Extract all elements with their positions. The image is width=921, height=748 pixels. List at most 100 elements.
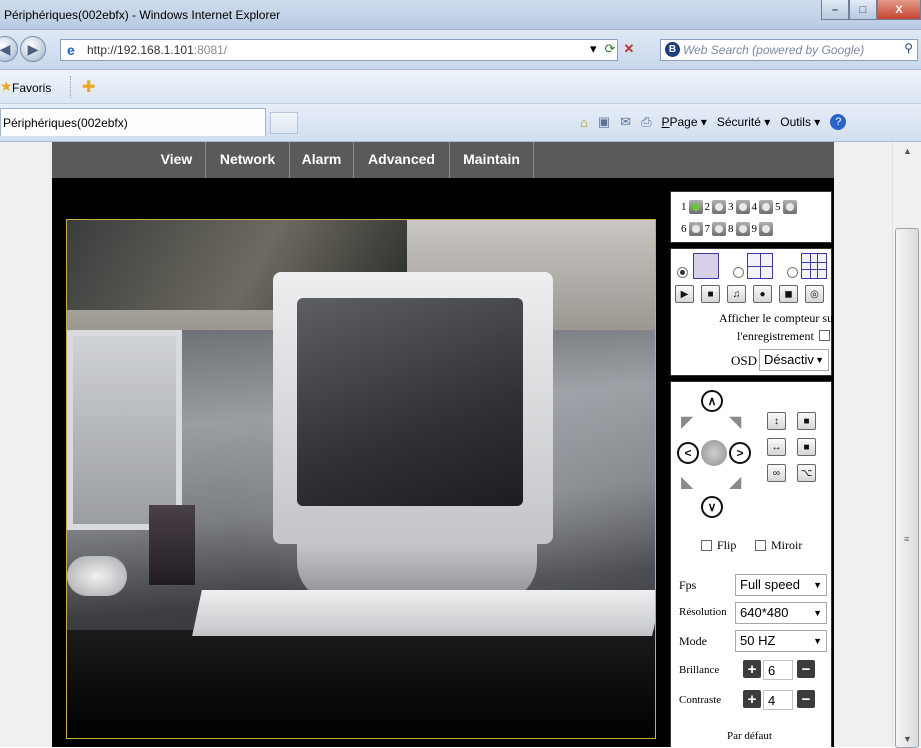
scroll-grip-icon: ≡ (904, 534, 910, 544)
layout-nine-icon[interactable] (801, 253, 827, 279)
favorites-button[interactable]: Favoris (12, 81, 51, 95)
counter-checkbox[interactable] (819, 330, 830, 341)
scroll-down-icon[interactable]: ▼ (903, 734, 912, 744)
record-button[interactable]: ◼ (779, 285, 798, 303)
default-button[interactable]: Par défaut (727, 730, 772, 742)
osd-value: Désactiv (764, 352, 814, 367)
maximize-button[interactable]: □ (849, 0, 877, 20)
snapshot-button[interactable]: ◎ (805, 285, 824, 303)
new-tab-button[interactable] (270, 112, 298, 134)
stop-icon[interactable]: ✕ (623, 41, 634, 57)
pan-down-button[interactable]: ∨ (701, 496, 723, 518)
minimize-button[interactable]: – (821, 0, 849, 20)
camera-9-icon[interactable] (759, 222, 773, 236)
scroll-up-icon[interactable]: ▲ (903, 146, 912, 156)
security-menu[interactable]: Sécurité ▾ (717, 115, 770, 129)
tools-menu[interactable]: Outils ▾ (780, 115, 820, 129)
mail-icon[interactable]: ✉ (620, 114, 631, 130)
pan-right-button[interactable]: > (729, 442, 751, 464)
feeds-icon[interactable]: ▣ (598, 114, 610, 130)
brightness-label: Brillance (679, 664, 720, 676)
stop-vertical-patrol-button[interactable]: ■ (797, 412, 816, 430)
resolution-select[interactable]: 640*480 ▼ (735, 602, 827, 624)
camera-4-icon[interactable] (759, 200, 773, 214)
forward-button[interactable]: ▶ (20, 36, 46, 62)
search-icon[interactable]: ⚲ (904, 41, 913, 55)
pan-center-button[interactable] (701, 440, 727, 466)
pan-up-button[interactable]: ∧ (701, 390, 723, 412)
window-title: Périphériques(002ebfx) - Windows Interne… (4, 8, 281, 22)
print-icon[interactable]: ⎙ (641, 114, 651, 130)
refresh-icon[interactable]: ⟳ (605, 41, 616, 57)
page-scrollbar[interactable]: ▲ ≡ ▼ (892, 142, 921, 748)
camera-3-icon[interactable] (735, 200, 750, 214)
pan-down-right-icon[interactable]: ◢ (729, 472, 741, 492)
nav-view[interactable]: View (148, 142, 206, 178)
brightness-value[interactable]: 6 (763, 660, 793, 680)
video-speaker (149, 505, 195, 585)
pan-up-left-icon[interactable]: ◤ (681, 412, 693, 432)
layout-1-radio[interactable] (677, 267, 688, 278)
pan-left-button[interactable]: < (677, 442, 699, 464)
page-menu[interactable]: PPage ▾ (661, 115, 706, 129)
pan-up-right-icon[interactable]: ◥ (729, 412, 741, 432)
talk-button[interactable]: ● (753, 285, 772, 303)
url-dropdown-icon[interactable]: ▾ (590, 41, 597, 57)
mirror-checkbox[interactable] (755, 540, 766, 551)
tab-peripherals[interactable]: Périphériques(002ebfx) (0, 108, 266, 136)
camera-4-label: 4 (751, 201, 758, 213)
contrast-value[interactable]: 4 (763, 690, 793, 710)
url-host: http://192.168.1.101 (87, 43, 194, 57)
brightness-plus-button[interactable]: + (743, 660, 761, 678)
window-titlebar: Périphériques(002ebfx) - Windows Interne… (0, 0, 921, 30)
camera-3-label: 3 (728, 201, 734, 213)
add-favorite-icon[interactable]: ✚ (82, 77, 95, 97)
video-mouse (67, 556, 127, 596)
url-actions: ▾ ⟳ ✕ (590, 41, 634, 57)
camera-7-icon[interactable] (712, 222, 726, 236)
camera-1-icon[interactable] (688, 200, 703, 214)
camera-video-feed[interactable] (66, 219, 656, 739)
io-on-button[interactable]: ∞ (767, 464, 786, 482)
layout-9-radio[interactable] (787, 267, 798, 278)
back-button[interactable]: ◀ (0, 36, 18, 62)
nav-alarm[interactable]: Alarm (290, 142, 354, 178)
pan-down-left-icon[interactable]: ◣ (681, 472, 693, 492)
contrast-minus-button[interactable]: − (797, 690, 815, 708)
search-provider-icon: B (665, 42, 680, 57)
horizontal-patrol-button[interactable]: ↔ (767, 438, 786, 456)
vertical-patrol-button[interactable]: ↕ (767, 412, 786, 430)
stop-button[interactable]: ■ (701, 285, 720, 303)
audio-button[interactable]: ♫ (727, 285, 746, 303)
nav-maintain[interactable]: Maintain (450, 142, 534, 178)
contrast-label: Contraste (679, 694, 722, 706)
nav-advanced[interactable]: Advanced (354, 142, 450, 178)
layout-single-icon[interactable] (693, 253, 719, 279)
url-field[interactable]: e http://192.168.1.101:8081/ (60, 39, 618, 61)
mode-select[interactable]: 50 HZ ▼ (735, 630, 827, 652)
help-icon[interactable]: ? (830, 114, 847, 130)
flip-checkbox[interactable] (701, 540, 712, 551)
chevron-down-icon: ▼ (813, 580, 822, 590)
io-off-button[interactable]: ⌥ (797, 464, 816, 482)
address-bar: ◀ ▶ e http://192.168.1.101:8081/ ▾ ⟳ ✕ B… (0, 30, 921, 70)
flip-label: Flip (717, 538, 737, 552)
stop-horizontal-patrol-button[interactable]: ■ (797, 438, 816, 456)
search-input[interactable]: B Web Search (powered by Google) ⚲ (660, 39, 918, 61)
play-button[interactable]: ▶ (675, 285, 694, 303)
camera-5-icon[interactable] (782, 200, 797, 214)
fps-select[interactable]: Full speed ▼ (735, 574, 827, 596)
scroll-thumb[interactable]: ≡ (895, 228, 919, 748)
camera-8-icon[interactable] (735, 222, 750, 236)
ie-page-icon: e (67, 42, 75, 58)
camera-2-icon[interactable] (712, 200, 726, 214)
close-button[interactable]: X (877, 0, 921, 20)
nav-network[interactable]: Network (206, 142, 290, 178)
camera-6-icon[interactable] (688, 222, 703, 236)
layout-quad-icon[interactable] (747, 253, 773, 279)
layout-4-radio[interactable] (733, 267, 744, 278)
brightness-minus-button[interactable]: − (797, 660, 815, 678)
osd-select[interactable]: Désactiv ▼ (759, 349, 829, 371)
contrast-plus-button[interactable]: + (743, 690, 761, 708)
home-icon[interactable]: ⌂ (580, 115, 588, 130)
